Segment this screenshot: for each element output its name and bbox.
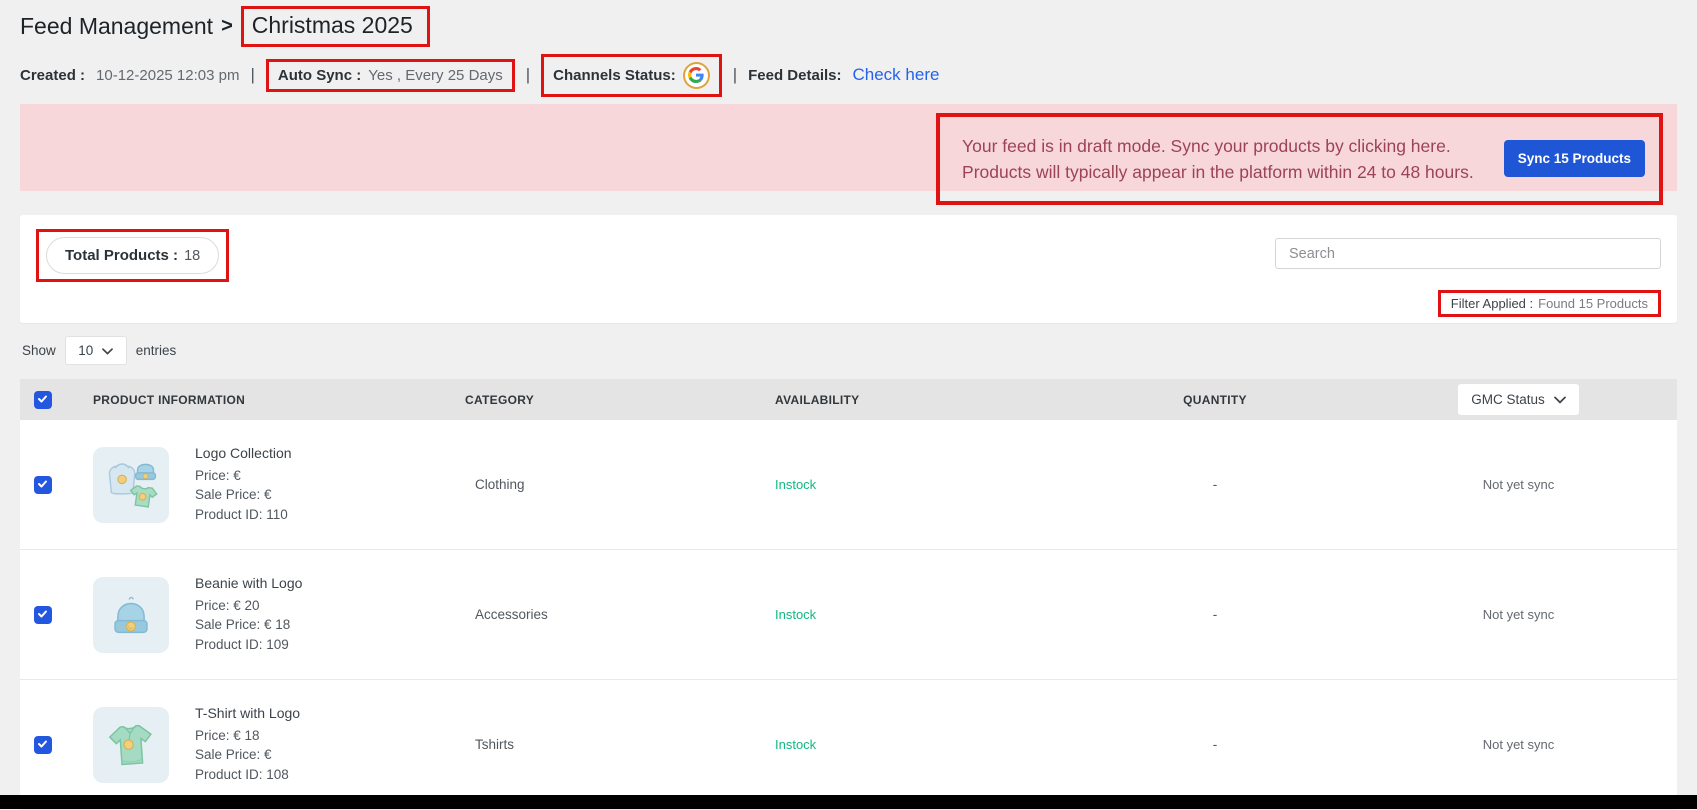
column-header-product-information: PRODUCT INFORMATION <box>93 392 246 407</box>
check-here-link[interactable]: Check here <box>853 65 940 85</box>
product-name: T-Shirt with Logo <box>195 704 301 721</box>
sync-products-button[interactable]: Sync 15 Products <box>1503 140 1645 177</box>
column-header-availability: AVAILABILITY <box>775 392 860 407</box>
product-sale-price: Sale Price: € <box>195 487 272 503</box>
filter-applied-value: Found 15 Products <box>1538 296 1648 311</box>
column-header-category: CATEGORY <box>465 392 535 407</box>
table-header-row: PRODUCT INFORMATION CATEGORY AVAILABILIT… <box>20 379 1677 420</box>
table-row: Logo Collection Price: € Sale Price: € P… <box>20 420 1677 550</box>
gmc-status-dropdown[interactable]: GMC Status <box>1458 384 1579 415</box>
product-info: Beanie with Logo Price: € 20 Sale Price:… <box>195 575 302 655</box>
product-price: Price: € <box>195 467 241 483</box>
select-all-checkbox[interactable] <box>33 390 52 409</box>
availability-status: Instock <box>775 737 817 752</box>
check-icon <box>37 393 48 407</box>
bottom-bar <box>0 795 1697 809</box>
gmc-status-value: Not yet sync <box>1482 607 1555 622</box>
google-g-icon[interactable] <box>682 61 710 89</box>
product-image-beanie <box>93 576 169 653</box>
availability-status: Instock <box>775 477 817 492</box>
row-checkbox[interactable] <box>33 735 52 754</box>
entries-bar: Show 10 entries <box>20 323 1677 379</box>
total-products-value: 18 <box>184 248 201 264</box>
quantity-value: - <box>1212 607 1218 622</box>
meta-separator: | <box>250 65 255 84</box>
created-label: Created : <box>20 66 86 84</box>
product-name: Logo Collection <box>195 444 292 461</box>
search-input[interactable] <box>1275 238 1661 269</box>
channels-status-label: Channels Status: <box>553 66 676 84</box>
product-image-tshirt <box>93 706 169 783</box>
auto-sync-value: Yes , Every 25 Days <box>368 66 503 84</box>
products-table: PRODUCT INFORMATION CATEGORY AVAILABILIT… <box>20 379 1677 810</box>
page-content: Feed Management > Christmas 2025 Created… <box>0 0 1697 810</box>
draft-alert-banner: Your feed is in draft mode. Sync your pr… <box>20 104 1677 205</box>
quantity-value: - <box>1212 737 1218 752</box>
product-info: T-Shirt with Logo Price: € 18 Sale Price… <box>195 705 300 785</box>
product-category: Accessories <box>475 607 548 622</box>
check-icon <box>37 476 48 494</box>
table-row: Beanie with Logo Price: € 20 Sale Price:… <box>20 550 1677 680</box>
gmc-status-value: Not yet sync <box>1482 737 1555 752</box>
product-image-collection <box>93 446 169 523</box>
column-header-quantity: QUANTITY <box>1183 392 1247 407</box>
product-price: Price: € 18 <box>195 727 260 743</box>
entries-select[interactable]: 10 <box>64 336 127 365</box>
product-id: Product ID: 109 <box>195 636 289 652</box>
page-title: Christmas 2025 <box>251 12 413 38</box>
product-sale-price: Sale Price: € <box>195 747 272 763</box>
product-info: Logo Collection Price: € Sale Price: € P… <box>195 445 292 525</box>
product-sale-price: Sale Price: € 18 <box>195 617 291 633</box>
total-products-annotation-box: Total Products : 18 <box>36 229 230 282</box>
alert-message-line2: Products will typically appear in the pl… <box>962 161 1474 182</box>
breadcrumb-root-link[interactable]: Feed Management <box>20 13 213 40</box>
show-label: Show <box>22 343 56 358</box>
entries-label: entries <box>135 343 177 358</box>
feed-details-label: Feed Details: <box>748 66 842 84</box>
created-value: 10-12-2025 12:03 pm <box>96 66 240 84</box>
filter-applied-label: Filter Applied : <box>1450 296 1534 311</box>
gmc-status-value: Not yet sync <box>1482 477 1555 492</box>
channels-status-annotation-box: Channels Status: <box>541 53 722 97</box>
filter-applied-annotation-box: Filter Applied : Found 15 Products <box>1437 290 1661 317</box>
alert-message-line1: Your feed is in draft mode. Sync your pr… <box>962 135 1451 156</box>
total-products-label: Total Products : <box>65 247 179 264</box>
availability-status: Instock <box>775 607 817 622</box>
auto-sync-label: Auto Sync : <box>277 66 362 84</box>
meta-separator: | <box>732 65 738 84</box>
product-id: Product ID: 110 <box>195 506 288 522</box>
breadcrumb-separator: > <box>221 15 233 37</box>
breadcrumb: Feed Management > Christmas 2025 <box>20 0 1677 47</box>
product-category: Tshirts <box>475 737 515 752</box>
alert-message: Your feed is in draft mode. Sync your pr… <box>962 133 1474 185</box>
chevron-down-icon <box>1553 392 1566 407</box>
meta-separator: | <box>525 65 531 84</box>
row-checkbox[interactable] <box>33 475 52 494</box>
table-row: T-Shirt with Logo Price: € 18 Sale Price… <box>20 680 1677 810</box>
chevron-down-icon <box>102 343 114 358</box>
entries-select-value: 10 <box>78 343 94 358</box>
product-category: Clothing <box>475 477 525 492</box>
check-icon <box>37 606 48 624</box>
quantity-value: - <box>1212 477 1218 492</box>
check-icon <box>37 736 48 754</box>
product-id: Product ID: 108 <box>195 766 289 782</box>
total-products-badge: Total Products : 18 <box>46 237 220 274</box>
auto-sync-annotation-box: Auto Sync : Yes , Every 25 Days <box>265 58 515 92</box>
product-name: Beanie with Logo <box>195 574 303 591</box>
product-price: Price: € 20 <box>195 597 260 613</box>
row-checkbox[interactable] <box>33 605 52 624</box>
gmc-status-dropdown-label: GMC Status <box>1471 392 1545 407</box>
feed-meta-row: Created : 10-12-2025 12:03 pm | Auto Syn… <box>20 53 1677 97</box>
alert-annotation-box: Your feed is in draft mode. Sync your pr… <box>936 112 1663 205</box>
products-card: Total Products : 18 Filter Applied : Fou… <box>20 215 1677 323</box>
title-annotation-box: Christmas 2025 <box>240 6 430 47</box>
